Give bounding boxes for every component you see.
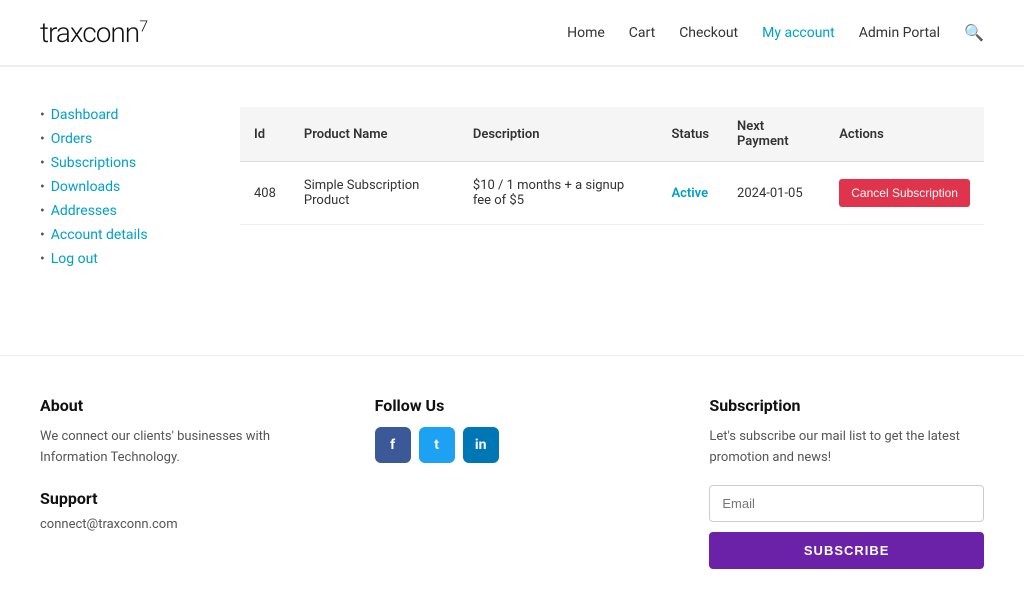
col-product-name: Product Name (290, 107, 459, 162)
footer-follow-col: Follow Us f t in (375, 396, 650, 569)
cell-description: $10 / 1 months + a signup fee of $5 (459, 162, 658, 225)
main-content: Dashboard Orders Subscriptions Downloads… (0, 67, 1024, 315)
header: traxconn7 Home Cart Checkout My account … (0, 0, 1024, 66)
subscribe-button[interactable]: SUBSCRIBE (709, 532, 984, 569)
footer-grid: About We connect our clients' businesses… (40, 396, 984, 569)
sidebar-nav: Dashboard Orders Subscriptions Downloads… (40, 107, 200, 267)
about-text: We connect our clients' businesses with … (40, 427, 315, 469)
col-status: Status (657, 107, 723, 162)
nav-cart[interactable]: Cart (629, 25, 655, 41)
cancel-subscription-button[interactable]: Cancel Subscription (839, 179, 970, 207)
email-input[interactable] (709, 485, 984, 522)
logo-sup: 7 (139, 17, 147, 36)
subscriptions-table-area: Id Product Name Description Status Next … (240, 107, 984, 275)
cell-id: 408 (240, 162, 290, 225)
nav-home[interactable]: Home (567, 25, 605, 41)
nav-my-account[interactable]: My account (762, 25, 835, 41)
sidebar-item-dashboard[interactable]: Dashboard (40, 107, 200, 123)
cell-next-payment: 2024-01-05 (723, 162, 825, 225)
about-title: About (40, 396, 315, 415)
sidebar-item-downloads[interactable]: Downloads (40, 179, 200, 195)
footer-subscription-col: Subscription Let's subscribe our mail li… (709, 396, 984, 569)
search-icon[interactable]: 🔍 (964, 23, 984, 42)
nav-checkout[interactable]: Checkout (679, 25, 738, 41)
sidebar-item-addresses[interactable]: Addresses (40, 203, 200, 219)
main-nav: Home Cart Checkout My account Admin Port… (567, 23, 984, 42)
sidebar-item-account-details[interactable]: Account details (40, 227, 200, 243)
cell-product-name: Simple Subscription Product (290, 162, 459, 225)
sidebar-item-orders[interactable]: Orders (40, 131, 200, 147)
cell-status: Active (657, 162, 723, 225)
col-id: Id (240, 107, 290, 162)
footer-support: Support connect@traxconn.com (40, 489, 315, 532)
sidebar-item-subscriptions[interactable]: Subscriptions (40, 155, 200, 171)
subscription-text: Let's subscribe our mail list to get the… (709, 427, 984, 469)
status-badge: Active (671, 186, 708, 201)
footer: About We connect our clients' businesses… (0, 355, 1024, 589)
subscriptions-table: Id Product Name Description Status Next … (240, 107, 984, 225)
table-header-row: Id Product Name Description Status Next … (240, 107, 984, 162)
support-title: Support (40, 489, 315, 508)
col-description: Description (459, 107, 658, 162)
col-actions: Actions (825, 107, 984, 162)
linkedin-button[interactable]: in (463, 427, 499, 463)
logo-text: traxconn (40, 16, 139, 49)
follow-title: Follow Us (375, 396, 650, 415)
sidebar-item-logout[interactable]: Log out (40, 251, 200, 267)
footer-about-col: About We connect our clients' businesses… (40, 396, 315, 569)
table-row: 408 Simple Subscription Product $10 / 1 … (240, 162, 984, 225)
twitter-button[interactable]: t (419, 427, 455, 463)
logo: traxconn7 (40, 16, 147, 49)
social-icons: f t in (375, 427, 650, 463)
facebook-button[interactable]: f (375, 427, 411, 463)
nav-admin-portal[interactable]: Admin Portal (859, 25, 940, 41)
col-next-payment: Next Payment (723, 107, 825, 162)
subscription-title: Subscription (709, 396, 984, 415)
support-email[interactable]: connect@traxconn.com (40, 517, 178, 532)
sidebar: Dashboard Orders Subscriptions Downloads… (40, 107, 200, 275)
cell-actions: Cancel Subscription (825, 162, 984, 225)
